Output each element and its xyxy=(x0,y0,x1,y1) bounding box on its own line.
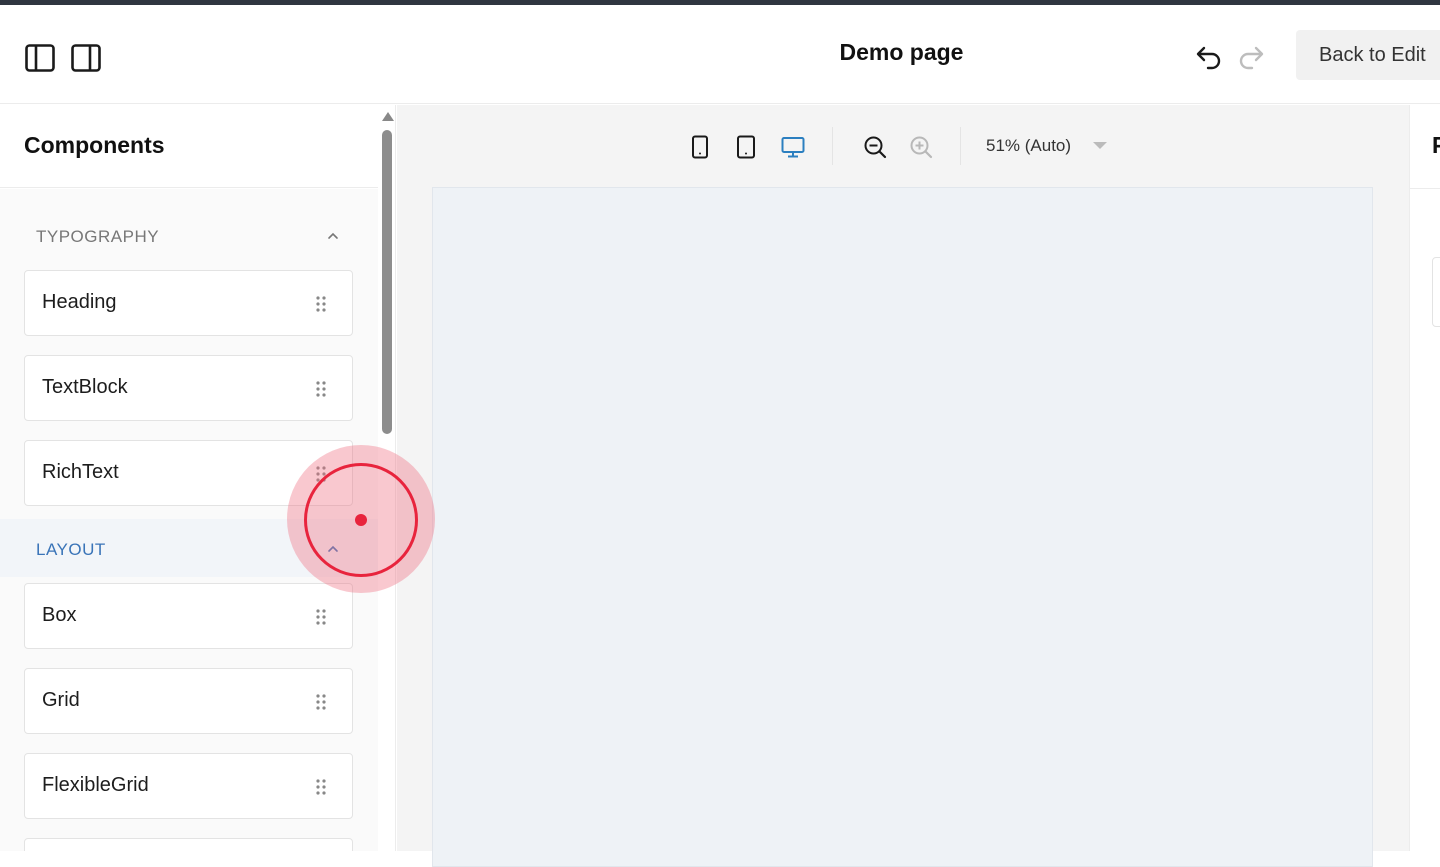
page-title: Demo page xyxy=(839,39,964,65)
panel-divider xyxy=(1410,188,1440,189)
canvas-area: 51% (Auto) xyxy=(397,105,1409,867)
toolbar-divider xyxy=(960,127,961,165)
undo-icon[interactable] xyxy=(1194,41,1224,71)
components-sidebar: Components TYPOGRAPHY Heading TextBlock … xyxy=(0,105,378,851)
component-label: Grid xyxy=(42,689,80,711)
toolbar-divider xyxy=(832,127,833,165)
component-label: Heading xyxy=(42,291,117,313)
redo-icon[interactable] xyxy=(1236,41,1266,71)
drag-handle-icon[interactable] xyxy=(315,465,327,483)
properties-title: P xyxy=(1432,132,1440,159)
properties-panel: P xyxy=(1409,105,1440,851)
component-item-box[interactable]: Box xyxy=(24,583,353,649)
sidebar-body: TYPOGRAPHY Heading TextBlock RichText LA… xyxy=(0,189,378,851)
component-item-textblock[interactable]: TextBlock xyxy=(24,355,353,421)
drag-handle-icon[interactable] xyxy=(315,778,327,796)
chevron-down-icon[interactable] xyxy=(1093,142,1107,149)
zoom-level-select[interactable]: 51% (Auto) xyxy=(986,136,1071,156)
scroll-up-arrow-icon[interactable] xyxy=(382,112,394,121)
component-label: RichText xyxy=(42,461,119,483)
sidebar-title: Components xyxy=(24,132,165,158)
drag-handle-icon[interactable] xyxy=(315,693,327,711)
zoom-out-icon[interactable] xyxy=(862,134,888,160)
component-item-partial[interactable] xyxy=(24,838,353,851)
section-header-typography[interactable]: TYPOGRAPHY xyxy=(36,227,159,247)
tablet-icon[interactable] xyxy=(733,134,759,160)
editor-header: Demo page Back to Edit xyxy=(0,5,1440,104)
component-item-flexiblegrid[interactable]: FlexibleGrid xyxy=(24,753,353,819)
sidebar-scrollbar[interactable] xyxy=(378,105,396,851)
drag-handle-icon[interactable] xyxy=(315,380,327,398)
component-item-grid[interactable]: Grid xyxy=(24,668,353,734)
component-item-heading[interactable]: Heading xyxy=(24,270,353,336)
drag-handle-icon[interactable] xyxy=(315,295,327,313)
preview-frame[interactable] xyxy=(432,187,1373,867)
component-label: Box xyxy=(42,604,77,626)
mobile-icon[interactable] xyxy=(687,134,713,160)
section-header-layout[interactable]: LAYOUT xyxy=(36,540,106,560)
drag-handle-icon[interactable] xyxy=(315,608,327,626)
properties-field[interactable] xyxy=(1432,257,1440,327)
back-to-edit-button[interactable]: Back to Edit xyxy=(1296,30,1440,80)
chevron-up-icon[interactable] xyxy=(324,540,342,558)
zoom-in-icon[interactable] xyxy=(908,134,934,160)
sidebar-header: Components xyxy=(0,105,378,188)
component-item-richtext[interactable]: RichText xyxy=(24,440,353,506)
scrollbar-thumb[interactable] xyxy=(382,130,392,434)
component-label: TextBlock xyxy=(42,376,128,398)
chevron-up-icon[interactable] xyxy=(324,227,342,245)
desktop-icon[interactable] xyxy=(780,134,806,160)
component-label: FlexibleGrid xyxy=(42,774,149,796)
canvas-toolbar: 51% (Auto) xyxy=(397,105,1409,187)
